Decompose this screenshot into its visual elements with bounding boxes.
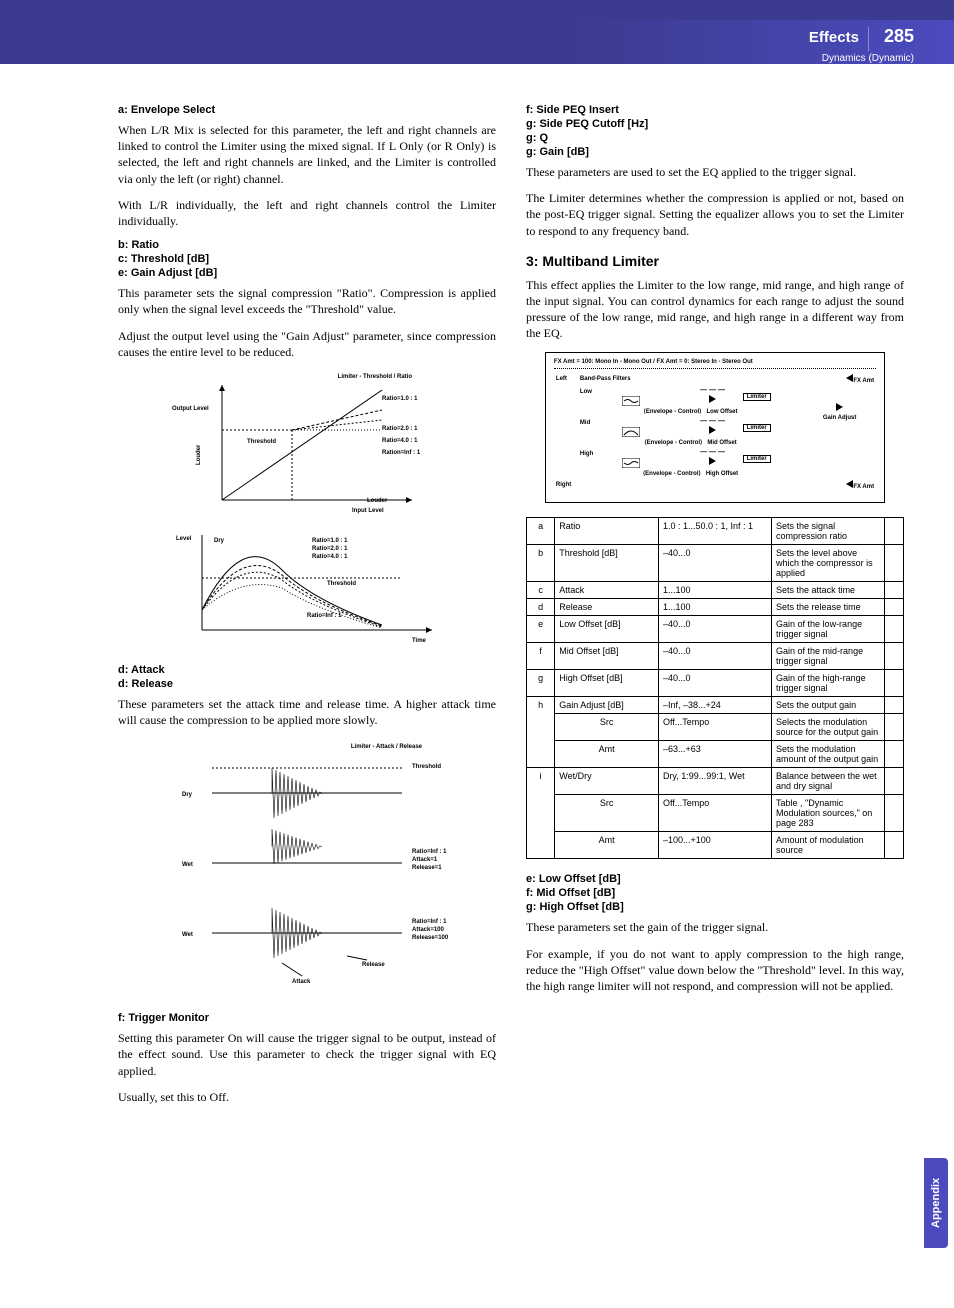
param-e-low: e: Low Offset [dB] — [526, 873, 904, 885]
svg-text:Ratio=Inf : 1: Ratio=Inf : 1 — [412, 849, 447, 855]
table-row: bThreshold [dB]–40...0Sets the level abo… — [527, 545, 904, 582]
para: Adjust the output level using the "Gain … — [118, 328, 496, 360]
para: For example, if you do not want to apply… — [526, 946, 904, 995]
diagram-multiband-block: FX Amt = 100: Mono In - Mono Out / FX Am… — [545, 352, 885, 504]
param-d-attack: d: Attack — [118, 664, 496, 676]
param-f-side: f: Side PEQ Insert — [526, 104, 904, 116]
table-row: gHigh Offset [dB]–40...0Gain of the high… — [527, 670, 904, 697]
table-row: dRelease1...100Sets the release time — [527, 599, 904, 616]
parameter-table: aRatio1.0 : 1...50.0 : 1, Inf : 1Sets th… — [526, 517, 904, 859]
para: With L/R individually, the left and righ… — [118, 197, 496, 229]
diagram-threshold-ratio: Limiter - Threshold / Ratio Output Level… — [137, 370, 477, 650]
param-g-q: g: Q — [526, 132, 904, 144]
svg-text:Release=100: Release=100 — [412, 935, 449, 941]
page-header: Effects 285 Dynamics (Dynamic) — [0, 20, 954, 64]
table-row: aRatio1.0 : 1...50.0 : 1, Inf : 1Sets th… — [527, 518, 904, 545]
param-c-threshold: c: Threshold [dB] — [118, 253, 496, 265]
section-3-heading: 3: Multiband Limiter — [526, 253, 904, 269]
svg-text:Ratio=1.0 : 1: Ratio=1.0 : 1 — [312, 538, 348, 544]
svg-text:Ration=Inf : 1: Ration=Inf : 1 — [382, 450, 421, 456]
right-column: f: Side PEQ Insert g: Side PEQ Cutoff [H… — [526, 104, 904, 1115]
param-b-ratio: b: Ratio — [118, 239, 496, 251]
para: This effect applies the Limiter to the l… — [526, 277, 904, 342]
table-row: cAttack1...100Sets the attack time — [527, 582, 904, 599]
svg-text:Input Level: Input Level — [352, 508, 384, 514]
svg-text:Attack=1: Attack=1 — [412, 857, 438, 863]
param-g-gain: g: Gain [dB] — [526, 146, 904, 158]
table-row: iWet/DryDry, 1:99...99:1, WetBalance bet… — [527, 768, 904, 795]
svg-text:Ratio=Inf : 1: Ratio=Inf : 1 — [412, 919, 447, 925]
svg-text:Limiter - Attack / Release: Limiter - Attack / Release — [351, 744, 423, 750]
table-row: hGain Adjust [dB]–Inf, –38...+24Sets the… — [527, 697, 904, 714]
para: Usually, set this to Off. — [118, 1089, 496, 1105]
table-row: fMid Offset [dB]–40...0Gain of the mid-r… — [527, 643, 904, 670]
para: When L/R Mix is selected for this parame… — [118, 122, 496, 187]
param-f-mid: f: Mid Offset [dB] — [526, 887, 904, 899]
svg-text:Wet: Wet — [182, 932, 193, 938]
top-bar — [0, 0, 954, 20]
para: These parameters are used to set the EQ … — [526, 164, 904, 180]
svg-text:Output Level: Output Level — [172, 406, 209, 412]
para: This parameter sets the signal compressi… — [118, 285, 496, 317]
svg-text:Dry: Dry — [182, 792, 193, 798]
param-e-gain: e: Gain Adjust [dB] — [118, 267, 496, 279]
table-row: eLow Offset [dB]–40...0Gain of the low-r… — [527, 616, 904, 643]
header-title: Effects — [809, 29, 859, 46]
svg-text:Limiter - Threshold / Ratio: Limiter - Threshold / Ratio — [338, 374, 413, 380]
para: Setting this parameter On will cause the… — [118, 1030, 496, 1079]
param-a-envelope: a: Envelope Select — [118, 104, 496, 116]
param-d-release: d: Release — [118, 678, 496, 690]
svg-text:Dry: Dry — [214, 538, 225, 544]
para: The Limiter determines whether the compr… — [526, 190, 904, 239]
table-row: Amt–100...+100Amount of modulation sourc… — [527, 832, 904, 859]
svg-text:Attack: Attack — [292, 979, 311, 985]
svg-text:Ratio=2.0 : 1: Ratio=2.0 : 1 — [312, 546, 348, 552]
svg-text:Release=1: Release=1 — [412, 865, 442, 871]
svg-text:Louder: Louder — [196, 444, 202, 465]
svg-text:Ratio=4.0 : 1: Ratio=4.0 : 1 — [312, 554, 348, 560]
svg-text:Level: Level — [176, 536, 192, 542]
svg-text:Release: Release — [362, 962, 385, 968]
table-row: SrcOff...TempoSelects the modulation sou… — [527, 714, 904, 741]
param-g-high: g: High Offset [dB] — [526, 901, 904, 913]
left-column: a: Envelope Select When L/R Mix is selec… — [118, 104, 496, 1115]
table-row: SrcOff...TempoTable , "Dynamic Modulatio… — [527, 795, 904, 832]
svg-text:Time: Time — [412, 638, 427, 644]
svg-text:Wet: Wet — [182, 862, 193, 868]
svg-text:Ratio=1.0 : 1: Ratio=1.0 : 1 — [382, 396, 418, 402]
diagram-attack-release: Limiter - Attack / Release Threshold Dry… — [137, 738, 477, 998]
svg-text:Threshold: Threshold — [327, 581, 356, 587]
side-tab-appendix: Appendix — [924, 1158, 948, 1248]
table-row: Amt–63...+63Sets the modulation amount o… — [527, 741, 904, 768]
svg-text:Threshold: Threshold — [412, 764, 441, 770]
param-f-trigger: f: Trigger Monitor — [118, 1012, 496, 1024]
svg-text:Ratio=4.0 : 1: Ratio=4.0 : 1 — [382, 438, 418, 444]
page-number: 285 — [884, 26, 914, 46]
svg-text:Louder: Louder — [367, 498, 388, 504]
svg-text:Ratio=2.0 : 1: Ratio=2.0 : 1 — [382, 426, 418, 432]
para: These parameters set the gain of the tri… — [526, 919, 904, 935]
para: These parameters set the attack time and… — [118, 696, 496, 728]
param-g-side: g: Side PEQ Cutoff [Hz] — [526, 118, 904, 130]
svg-text:Ratio=Inf : 1: Ratio=Inf : 1 — [307, 613, 342, 619]
svg-text:Threshold: Threshold — [247, 439, 276, 445]
svg-text:Attack=100: Attack=100 — [412, 927, 445, 933]
diagram-title: FX Amt = 100: Mono In - Mono Out / FX Am… — [554, 359, 876, 369]
header-subtitle: Dynamics (Dynamic) — [0, 53, 914, 64]
